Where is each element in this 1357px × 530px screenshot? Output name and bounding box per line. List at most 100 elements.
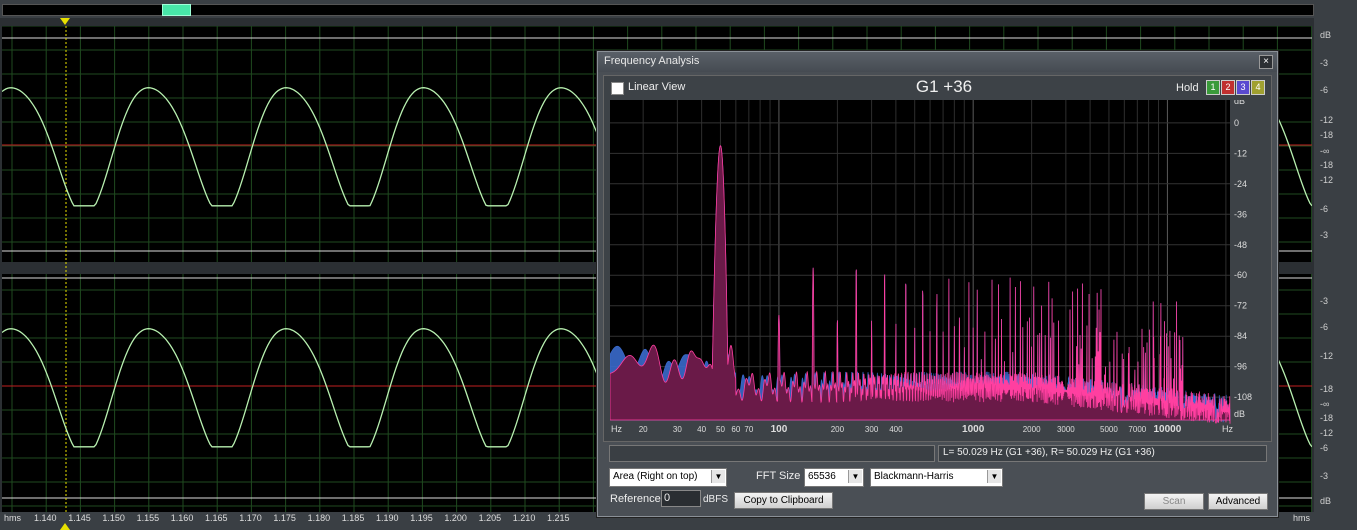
freq-tick-label: 7000 — [1128, 425, 1146, 434]
time-tick-label: 1.195 — [410, 513, 433, 523]
scan-button[interactable]: Scan — [1144, 493, 1204, 510]
freq-tick-label: 30 — [673, 425, 682, 434]
db-scale-label: -∞ — [1320, 146, 1330, 156]
db-tick-label: -96 — [1234, 362, 1247, 372]
db-scale-label: -18 — [1320, 130, 1334, 140]
time-unit-label: hms — [1293, 513, 1311, 523]
reference-unit: dBFS — [703, 494, 729, 505]
db-unit-label-bottom: dB — [1234, 409, 1245, 419]
db-scale-label: -18 — [1320, 384, 1334, 394]
freq-tick-label: 70 — [744, 425, 753, 434]
reference-label: Reference — [610, 493, 661, 505]
spectrum-plot[interactable]: dB0-12-24-36-48-60-72-84-96-108dBHz Hz20 3… — [610, 100, 1266, 440]
time-tick-label: 1.170 — [239, 513, 262, 523]
db-scale-label: -6 — [1320, 204, 1329, 214]
cursor-marker-bottom-icon — [60, 523, 70, 530]
time-tick-label: 1.185 — [341, 513, 365, 523]
db-scale-label: -3 — [1320, 471, 1329, 481]
db-unit-label: dB — [1234, 100, 1245, 106]
time-tick-label: 1.175 — [273, 513, 296, 523]
db-scale: dB -3 -6 -12 -18 -∞ -18 -12 -6 -3 -3 -6 -12 -18 -∞ -18 -… — [1314, 18, 1357, 512]
note-display: G1 +36 — [915, 77, 973, 96]
time-tick-label: 1.210 — [512, 513, 536, 523]
window-type-value: Blackmann-Harris — [874, 471, 954, 482]
cursor-marker-icon[interactable] — [60, 18, 70, 25]
freq-tick-label: 100 — [771, 424, 788, 435]
db-scale-label: -∞ — [1320, 399, 1330, 409]
db-scale-label: -6 — [1320, 85, 1329, 95]
hold-button-4[interactable]: 4 — [1251, 80, 1265, 95]
freq-tick-label: 5000 — [1100, 425, 1118, 434]
fft-size-select[interactable]: 65536 ▼ — [804, 468, 864, 487]
dialog-titlebar[interactable]: Frequency Analysis × — [598, 52, 1277, 72]
freq-tick-label: 200 — [831, 425, 845, 434]
db-tick-label: -84 — [1234, 331, 1247, 341]
db-scale-label: -6 — [1320, 443, 1329, 453]
freq-tick-label: 300 — [865, 425, 879, 434]
db-tick-label: -72 — [1234, 301, 1247, 311]
db-tick-label: -60 — [1234, 270, 1247, 280]
db-scale-label: -3 — [1320, 296, 1329, 306]
overview-strip[interactable] — [2, 4, 1314, 16]
fft-size-value: 65536 — [808, 471, 836, 482]
db-scale-label: -12 — [1320, 351, 1334, 361]
fft-size-label: FFT Size — [756, 470, 801, 482]
frequency-analysis-dialog: Frequency Analysis × Linear View G1 +36 … — [597, 51, 1278, 517]
db-tick-label: -48 — [1234, 240, 1247, 250]
time-tick-label: 1.165 — [205, 513, 228, 523]
time-unit-label: hms — [4, 513, 22, 523]
chevron-down-icon: ▼ — [987, 470, 1001, 483]
db-tick-label: -24 — [1234, 179, 1247, 189]
freq-tick-label: 60 — [731, 425, 740, 434]
hold-label: Hold — [1176, 82, 1199, 94]
hold-button-3[interactable]: 3 — [1236, 80, 1250, 95]
time-tick-label: 1.205 — [478, 513, 502, 523]
copy-to-clipboard-button[interactable]: Copy to Clipboard — [734, 492, 833, 509]
time-tick-label: 1.180 — [307, 513, 331, 523]
time-tick-label: 1.190 — [376, 513, 399, 523]
display-mode-select[interactable]: Area (Right on top) ▼ — [609, 468, 727, 487]
db-tick-label: -12 — [1234, 148, 1247, 158]
time-tick-label: 1.155 — [136, 513, 160, 523]
linear-view-label: Linear View — [628, 81, 686, 93]
freq-tick-label: 1000 — [962, 424, 985, 435]
freq-tick-label: 400 — [889, 425, 903, 434]
time-tick-label: 1.140 — [34, 513, 57, 523]
hold-button-1[interactable]: 1 — [1206, 80, 1220, 95]
db-scale-label: -12 — [1320, 428, 1334, 438]
reference-input[interactable]: 0 — [661, 490, 701, 507]
status-right: L= 50.029 Hz (G1 +36), R= 50.029 Hz (G1 … — [938, 445, 1267, 462]
db-scale-label: -18 — [1320, 160, 1334, 170]
linear-view-checkbox[interactable] — [611, 82, 624, 95]
display-mode-value: Area (Right on top) — [613, 471, 698, 482]
db-scale-label: -3 — [1320, 58, 1329, 68]
analysis-panel: Linear View G1 +36 Hold 1 2 3 4 dB 0 -12 -2… — [603, 75, 1272, 442]
db-tick-label: 0 — [1234, 118, 1239, 128]
time-tick-label: 1.215 — [547, 513, 570, 523]
advanced-button[interactable]: Advanced — [1208, 493, 1268, 510]
freq-tick-label: 3000 — [1057, 425, 1075, 434]
freq-tick-label: 50 — [716, 425, 725, 434]
overview-thumb[interactable] — [162, 4, 191, 16]
freq-tick-label: 40 — [697, 425, 706, 434]
chevron-down-icon: ▼ — [711, 470, 725, 483]
reference-value: 0 — [664, 492, 671, 504]
hz-unit-label-right: Hz — [1222, 424, 1233, 434]
time-tick-label: 1.145 — [68, 513, 91, 523]
time-tick-label: 1.150 — [102, 513, 125, 523]
db-tick-label: -108 — [1234, 392, 1252, 402]
db-scale-label: -3 — [1320, 230, 1329, 240]
freq-tick-label: 10000 — [1154, 424, 1182, 435]
db-scale-label: -18 — [1320, 413, 1334, 423]
freq-tick-label: 2000 — [1023, 425, 1041, 434]
close-icon[interactable]: × — [1259, 55, 1273, 69]
hold-button-2[interactable]: 2 — [1221, 80, 1235, 95]
time-tick-label: 1.200 — [444, 513, 467, 523]
db-scale-label: dB — [1320, 496, 1332, 506]
db-scale-label: -12 — [1320, 115, 1334, 125]
db-scale-label: -12 — [1320, 175, 1334, 185]
window-type-select[interactable]: Blackmann-Harris ▼ — [870, 468, 1003, 487]
status-left — [609, 445, 935, 462]
dialog-title: Frequency Analysis — [604, 55, 700, 67]
db-tick-label: -36 — [1234, 209, 1247, 219]
